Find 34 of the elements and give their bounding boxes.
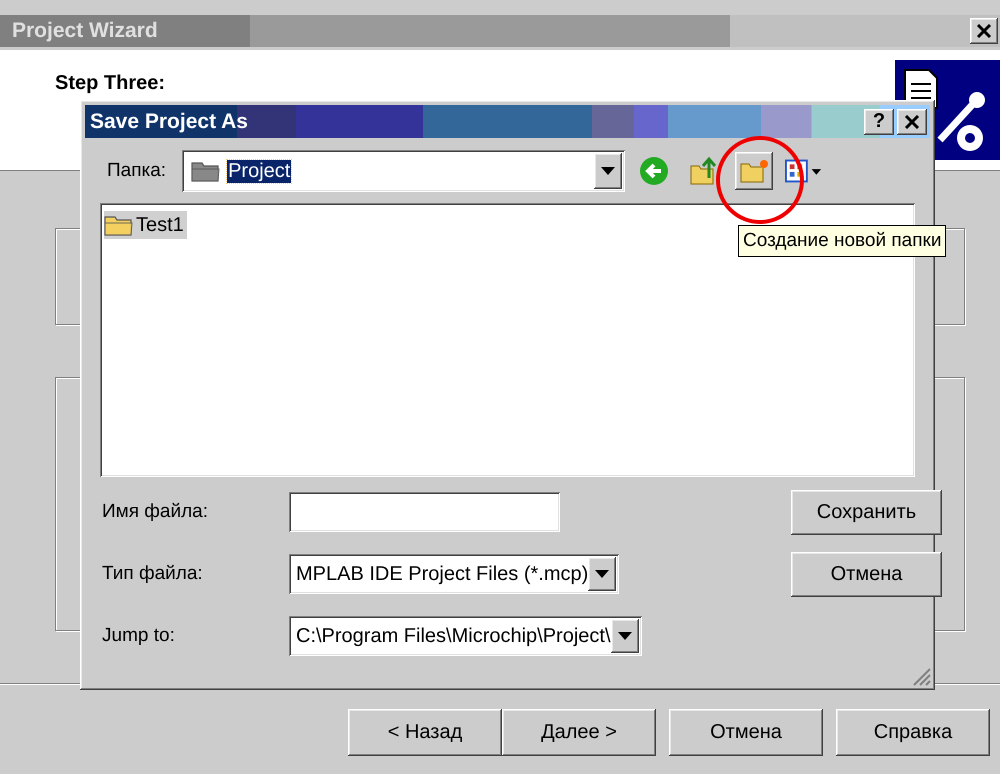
wizard-button[interactable]: Далее > [502,709,656,756]
field-label: Jump to: [102,625,176,647]
dialog-button[interactable]: Отмена [791,552,942,596]
dropdown-field[interactable]: C:\Program Files\Microchip\Project\ [289,616,642,656]
new-folder-icon [739,158,770,184]
dropdown-field[interactable]: MPLAB IDE Project Files (*.mcp) [289,554,620,594]
caret-icon [618,632,632,640]
dropdown-button[interactable] [610,619,639,653]
new-folder-button[interactable] [735,152,774,190]
close-button[interactable] [970,18,998,44]
dialog-title: Save Project As [90,110,248,134]
caret-icon [595,570,610,578]
folder-label: Папка: [107,160,166,182]
close-button[interactable] [897,108,927,134]
dropdown-button[interactable] [594,153,622,189]
wizard-button[interactable]: Справка [836,709,990,756]
help-button[interactable]: ? [864,108,894,134]
wizard-button[interactable]: < Назад [348,709,502,756]
field-label: Тип файла: [102,563,204,585]
window-title: Project Wizard [12,19,158,43]
field-label: Имя файла: [102,501,210,523]
step-title: Step Three: [55,72,166,95]
folder-item[interactable]: Test1 [104,211,187,239]
folder-dropdown[interactable]: Project [182,150,626,192]
view-menu-icon [785,158,824,184]
close-icon [976,24,992,38]
dropdown-button[interactable] [588,557,616,591]
file-name-field[interactable] [289,492,560,532]
close-icon [904,114,920,128]
caret-icon [601,167,616,175]
folder-name: Project [227,160,292,182]
dialog-button[interactable]: Сохранить [791,490,942,534]
tooltip: Создание новой папки [738,225,946,257]
wizard-button[interactable]: Отмена [669,709,823,756]
